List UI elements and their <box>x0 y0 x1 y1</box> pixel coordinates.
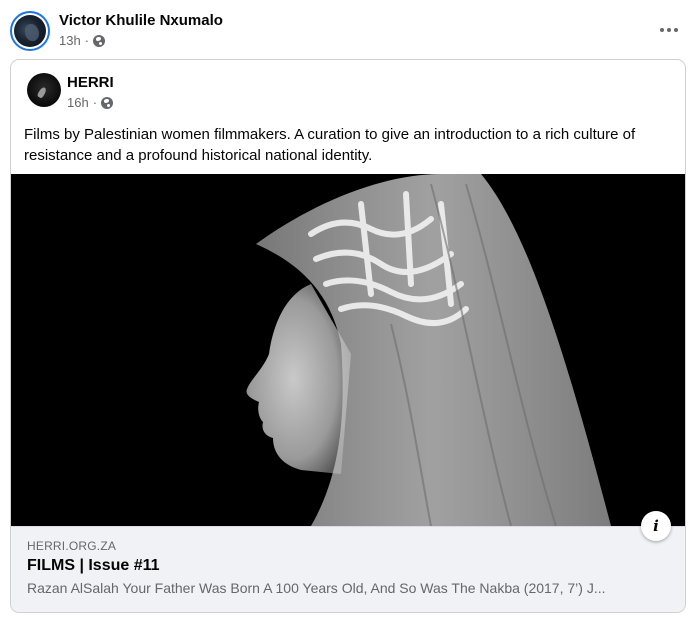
shared-author-avatar[interactable] <box>27 73 61 107</box>
link-description: Razan AlSalah Your Father Was Born A 100… <box>27 580 606 596</box>
shared-post-meta: 16h · <box>67 95 114 110</box>
link-preview[interactable]: HERRI.ORG.ZA FILMS | Issue #11 Razan AlS… <box>11 526 685 612</box>
shared-post-card: HERRI 16h · Films by Palestinian women f… <box>10 59 686 613</box>
shared-post-timestamp[interactable]: 16h <box>67 95 89 110</box>
dot-icon <box>667 28 671 32</box>
meta-separator: · <box>92 95 98 110</box>
more-options-button[interactable] <box>657 18 681 42</box>
link-domain: HERRI.ORG.ZA <box>27 539 117 553</box>
author-avatar[interactable] <box>10 11 50 51</box>
post-meta: 13h · <box>59 33 106 48</box>
shared-post-text: Films by Palestinian women filmmakers. A… <box>24 126 636 164</box>
info-button[interactable]: i <box>641 511 671 541</box>
portrait-photo <box>11 174 685 526</box>
shared-author-name[interactable]: HERRI <box>67 74 114 91</box>
author-name[interactable]: Victor Khulile Nxumalo <box>59 12 223 29</box>
dot-icon <box>674 28 678 32</box>
post-header: Victor Khulile Nxumalo 13h · <box>0 0 695 60</box>
link-title[interactable]: FILMS | Issue #11 <box>27 557 160 575</box>
meta-separator: · <box>84 33 90 48</box>
link-image[interactable] <box>11 174 685 526</box>
dot-icon <box>660 28 664 32</box>
globe-icon[interactable] <box>93 34 106 47</box>
globe-icon[interactable] <box>101 96 114 109</box>
post-timestamp[interactable]: 13h <box>59 33 81 48</box>
